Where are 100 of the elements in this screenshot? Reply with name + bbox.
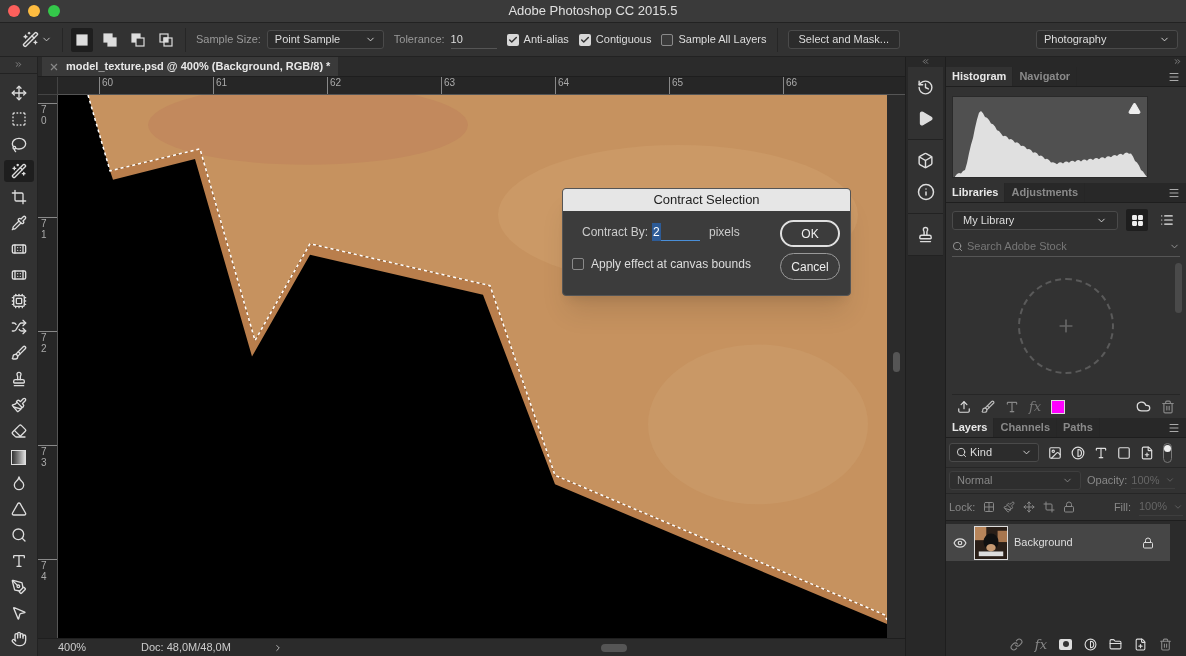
type-icon[interactable] [1005,399,1019,414]
scroll-thumb[interactable] [601,643,627,652]
zoom-window-button[interactable] [48,5,60,17]
checkbox-label[interactable]: Sample All Layers [678,31,767,48]
minimize-window-button[interactable] [28,5,40,17]
crossed-arrows-icon [10,319,27,335]
panel-menu-icon[interactable] [1168,186,1180,199]
selection-mode-icon [74,31,90,48]
zoom-level[interactable]: 400% [58,639,141,656]
warning-icon[interactable] [1128,102,1141,115]
checkbox-label[interactable]: Contiguous [595,31,652,48]
selection-mode-icon [158,31,174,48]
folder-icon[interactable] [1109,637,1122,651]
ruler-label: 63 [444,77,456,89]
upload-icon[interactable] [957,399,971,414]
select-and-mask-button[interactable]: Select and Mask... [787,30,901,49]
ruler-label: 60 [102,77,114,89]
cloud-icon[interactable] [1136,399,1151,414]
panel-tab[interactable]: Libraries [946,183,1006,202]
visibility-icon[interactable] [953,535,967,550]
collapse-icon[interactable] [921,57,930,66]
link-icon[interactable] [1009,637,1023,651]
ruler-label: 71 [41,218,48,242]
adjustment-filter-icon[interactable] [1071,445,1085,460]
checkbox[interactable] [506,33,519,46]
scroll-thumb[interactable] [892,351,900,372]
ruler-label: 61 [216,77,228,89]
move-icon[interactable] [1023,501,1036,513]
stamp-icon[interactable] [917,226,934,243]
tool-preset-picker[interactable] [22,27,63,52]
close-window-button[interactable] [8,5,20,17]
selection-mode-icon [130,31,146,48]
filter-dropdown[interactable]: Kind [949,443,1039,462]
tolerance-field[interactable]: 10 [450,30,497,49]
type-icon [10,553,27,569]
dialog-button[interactable]: Cancel [780,253,840,280]
trash-icon[interactable] [1159,637,1172,651]
checkbox-label[interactable]: Anti-alias [523,31,569,48]
fx-icon[interactable]: fx [1034,637,1047,651]
checker-icon[interactable] [983,501,996,513]
image-filter-icon[interactable] [1048,445,1062,460]
mask-icon[interactable] [1059,638,1072,650]
ruler-label: 74 [41,560,48,584]
expand-icon[interactable] [14,60,23,69]
shape-filter-icon[interactable] [1117,445,1131,460]
layer-name[interactable]: Background [1014,534,1142,551]
library-dropdown[interactable]: My Library [952,210,1118,230]
history-icon[interactable] [917,79,934,96]
list-icon [1160,213,1174,227]
marquee-icon [10,111,27,127]
checkbox-label[interactable]: Apply effect at canvas bounds [591,255,751,273]
trash-icon[interactable] [1161,399,1175,414]
adjustment-icon[interactable] [1084,637,1097,651]
pointer-icon [10,605,27,621]
new-layer-icon[interactable] [1134,637,1147,651]
opacity-label: Opacity: [1087,473,1128,489]
color-swatch[interactable] [1051,399,1066,414]
blend-mode-dropdown[interactable]: Normal [949,471,1081,490]
brush-icon[interactable] [1003,501,1016,513]
unit-label: pixels [709,224,740,241]
panel-tab[interactable]: Histogram [946,67,1014,86]
panel-menu-icon[interactable] [1168,421,1180,434]
ruler-label: 64 [558,77,570,89]
play-icon[interactable] [917,110,934,127]
tool-button[interactable] [3,160,34,182]
checkbox[interactable] [578,33,591,46]
magic-wand-icon [22,31,39,48]
pen-icon [10,579,27,595]
contract-by-field[interactable]: 2 [652,223,701,241]
chevron-down-icon [1165,475,1176,485]
smart-object-filter-icon[interactable] [1140,445,1154,460]
dialog-title: Contract Selection [653,191,760,210]
type-filter-icon[interactable] [1094,445,1108,460]
lasso-icon [10,137,27,153]
lock-icon[interactable] [1063,501,1076,513]
view-toggle[interactable] [1126,209,1148,231]
magic-wand-icon [10,163,27,179]
canvas-bounds-checkbox[interactable] [572,258,584,270]
checkbox[interactable] [661,33,674,46]
selection-mode-button[interactable] [71,27,93,52]
cube-icon[interactable] [917,152,934,169]
layer-row[interactable]: Background [946,524,1170,561]
contract-by-label: Contract By: [582,224,649,241]
workspace-dropdown[interactable]: Photography [1036,30,1178,49]
sample-size-dropdown[interactable]: Point Sample [266,30,384,49]
selection-mode-icon [102,31,118,48]
search-icon [952,241,963,252]
panel-tab[interactable]: Layers [946,418,995,437]
tolerance-label: Tolerance: [393,32,445,48]
document-tab[interactable]: model_texture.psd @ 400% (Background, RGB/8) * [42,57,339,76]
eraser-icon [10,423,27,439]
close-tab-icon[interactable] [50,62,58,71]
panel-menu-icon[interactable] [1168,70,1180,83]
crop-icon[interactable] [1043,501,1056,513]
info-icon[interactable] [916,183,935,201]
expand-icon[interactable] [1173,57,1182,66]
chevron-right-icon[interactable] [273,642,283,653]
dialog-button[interactable]: OK [780,220,840,247]
brush-icon[interactable] [981,399,995,414]
scroll-thumb[interactable] [1175,263,1182,313]
